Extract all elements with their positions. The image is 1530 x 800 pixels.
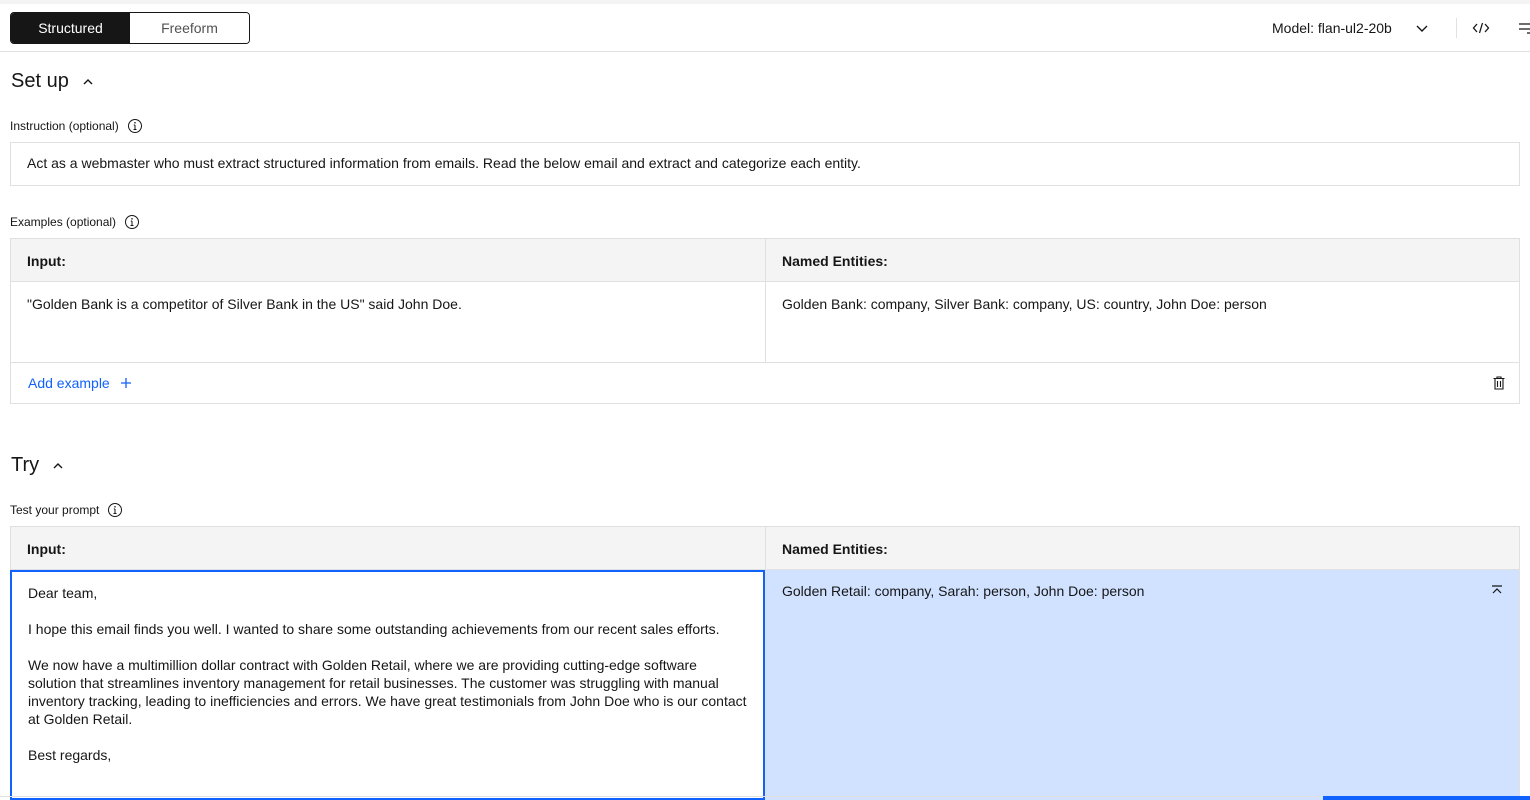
settings-button[interactable]: [1514, 16, 1530, 40]
settings-adjust-icon: [1519, 23, 1530, 34]
instruction-label: Instruction (optional): [10, 118, 143, 134]
chevron-up-icon: [83, 78, 93, 84]
try-title-text: Try: [11, 454, 40, 476]
tab-freeform[interactable]: Freeform: [130, 13, 249, 43]
examples-table: Input: Named Entities: "Golden Bank is a…: [10, 238, 1520, 404]
collapse-icon[interactable]: [1489, 583, 1505, 599]
info-icon[interactable]: [124, 214, 140, 230]
column-header-input: Input:: [27, 253, 66, 269]
model-selector[interactable]: Model: flan-ul2-20b: [1264, 12, 1430, 44]
table-row: "Golden Bank is a competitor of Silver B…: [11, 282, 1519, 363]
chevron-down-icon: [1416, 25, 1428, 32]
example-output-cell[interactable]: Golden Bank: company, Silver Bank: compa…: [765, 282, 1519, 362]
try-row: Dear team, I hope this email finds you w…: [10, 570, 1519, 800]
output-text: Golden Retail: company, Sarah: person, J…: [782, 583, 1145, 599]
try-table-header: Input: Named Entities:: [11, 527, 1519, 570]
mode-switcher: Structured Freeform: [10, 12, 250, 44]
instruction-label-text: Instruction (optional): [10, 119, 119, 133]
try-table: Input: Named Entities: Dear team, I hope…: [10, 526, 1520, 800]
view-code-button[interactable]: [1469, 16, 1493, 40]
toolbar-divider: [1456, 18, 1457, 38]
examples-label-text: Examples (optional): [10, 215, 117, 229]
toolbar: Structured Freeform Model: flan-ul2-20b: [0, 4, 1530, 52]
test-prompt-label-text: Test your prompt: [10, 503, 100, 517]
plus-icon: [120, 378, 131, 388]
examples-table-footer: Add example: [11, 363, 1519, 403]
examples-label: Examples (optional): [10, 214, 140, 230]
bottom-divider: [0, 796, 1323, 797]
instruction-input[interactable]: Act as a webmaster who must extract stru…: [10, 142, 1520, 186]
test-prompt-label: Test your prompt: [10, 502, 123, 518]
test-input-textarea[interactable]: Dear team, I hope this email finds you w…: [10, 570, 765, 800]
trash-icon: [1493, 376, 1505, 390]
setup-title-text: Set up: [11, 70, 69, 92]
try-section-title[interactable]: Try: [11, 454, 65, 477]
delete-example-button[interactable]: [1491, 375, 1507, 391]
info-icon[interactable]: [127, 118, 143, 134]
column-header-named-entities: Named Entities:: [765, 239, 1519, 281]
model-label: Model: flan-ul2-20b: [1272, 20, 1392, 36]
generated-output[interactable]: Golden Retail: company, Sarah: person, J…: [765, 570, 1519, 800]
add-example-label: Add example: [28, 375, 110, 391]
add-example-button[interactable]: Add example: [28, 375, 132, 391]
code-icon: [1472, 22, 1490, 34]
tab-structured[interactable]: Structured: [11, 13, 130, 43]
examples-table-header: Input: Named Entities:: [11, 239, 1519, 282]
example-input-cell[interactable]: "Golden Bank is a competitor of Silver B…: [11, 282, 765, 362]
progress-indicator: [1323, 796, 1530, 800]
chevron-up-icon: [53, 462, 63, 468]
column-header-input: Input:: [27, 541, 66, 557]
setup-section-title[interactable]: Set up: [11, 70, 95, 93]
info-icon[interactable]: [107, 502, 123, 518]
column-header-named-entities: Named Entities:: [765, 527, 1519, 569]
